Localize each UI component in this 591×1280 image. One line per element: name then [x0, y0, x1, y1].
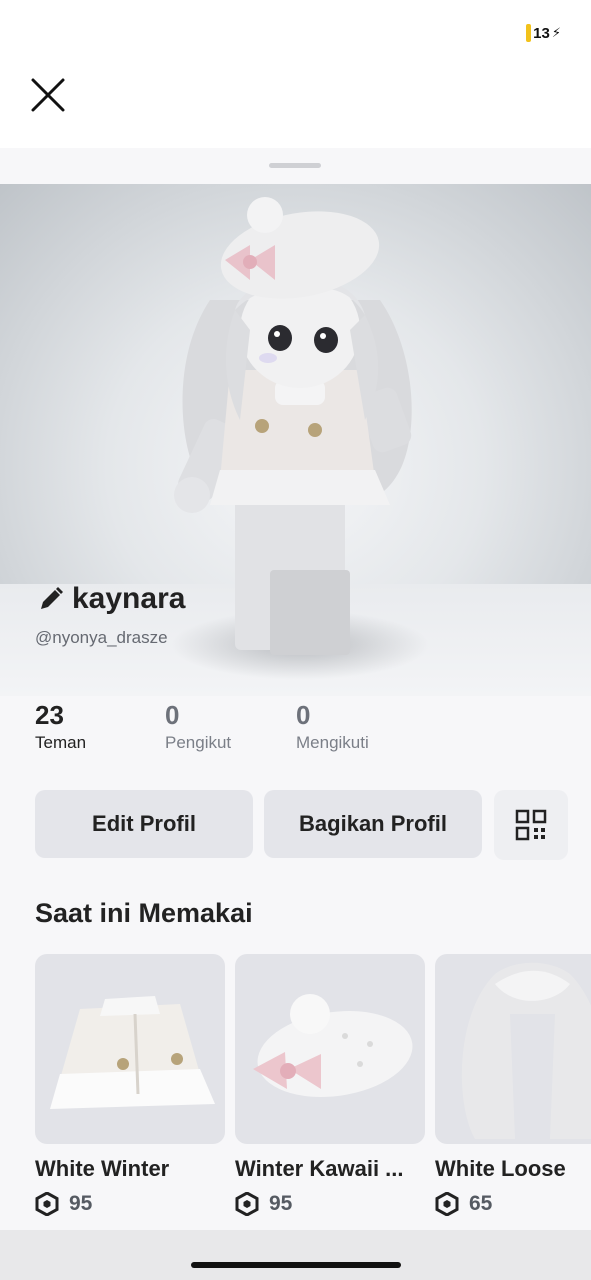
wearing-item[interactable]: White Winter 95	[35, 954, 225, 1216]
item-price-row: 95	[235, 1192, 425, 1216]
top-bar	[0, 60, 591, 148]
profile-stats: 23 Teman 0 Pengikut 0 Mengikuti	[35, 700, 555, 760]
home-indicator[interactable]	[191, 1262, 401, 1268]
item-name: White Loose	[435, 1156, 566, 1181]
wearing-item[interactable]: White Loose 65	[435, 954, 591, 1216]
sheet-drag-handle[interactable]	[269, 163, 321, 168]
battery-indicator: 13 ⚡	[526, 24, 561, 42]
close-icon	[31, 78, 65, 112]
stat-value: 0	[296, 700, 311, 730]
battery-level: 13	[533, 24, 550, 42]
stat-following[interactable]: 0 Mengikuti	[296, 700, 369, 753]
qr-code-button[interactable]	[494, 790, 568, 860]
robux-icon	[435, 1192, 459, 1216]
close-button[interactable]	[28, 75, 68, 115]
qr-code-icon	[515, 809, 547, 841]
home-bar	[0, 1230, 591, 1280]
robux-icon	[235, 1192, 259, 1216]
display-name: kaynara	[72, 582, 186, 615]
item-price: 65	[469, 1192, 493, 1215]
currently-wearing-title: Saat ini Memakai	[35, 898, 253, 928]
item-name: Winter Kawaii ...	[235, 1156, 404, 1181]
item-price-row: 95	[35, 1192, 225, 1216]
stat-followers[interactable]: 0 Pengikut	[165, 700, 231, 753]
stat-label: Mengikuti	[296, 733, 369, 752]
item-thumbnail	[235, 954, 425, 1144]
hair-thumbnail-image	[461, 962, 591, 1139]
item-name: White Winter	[35, 1156, 170, 1181]
status-bar: 13 ⚡	[0, 0, 591, 60]
display-name-row[interactable]: kaynara	[38, 582, 185, 616]
item-price: 95	[69, 1192, 93, 1215]
item-thumbnail	[435, 954, 591, 1144]
item-price: 95	[269, 1192, 293, 1215]
avatar-figure	[174, 197, 412, 655]
wearing-item[interactable]: Winter Kawaii ... 95	[235, 954, 425, 1216]
stat-friends[interactable]: 23 Teman	[35, 700, 86, 753]
stat-label: Pengikut	[165, 733, 232, 752]
wearing-items-carousel[interactable]: White Winter 95 Winter Kawaii ... 95 Whi…	[35, 954, 591, 1224]
beret-thumbnail-image	[253, 994, 413, 1097]
robux-icon	[35, 1192, 59, 1216]
stat-value: 0	[165, 700, 180, 730]
item-thumbnail	[35, 954, 225, 1144]
charging-icon: ⚡	[551, 25, 561, 40]
battery-icon	[526, 24, 532, 42]
coat-thumbnail-image	[50, 996, 215, 1109]
edit-profile-button[interactable]: Edit Profil	[35, 790, 253, 858]
pencil-icon[interactable]	[38, 586, 64, 612]
stat-value: 23	[35, 700, 64, 730]
share-profile-button[interactable]: Bagikan Profil	[264, 790, 482, 858]
username: @nyonya_drasze	[35, 628, 168, 647]
item-price-row: 65	[435, 1192, 591, 1216]
stat-label: Teman	[35, 733, 87, 752]
